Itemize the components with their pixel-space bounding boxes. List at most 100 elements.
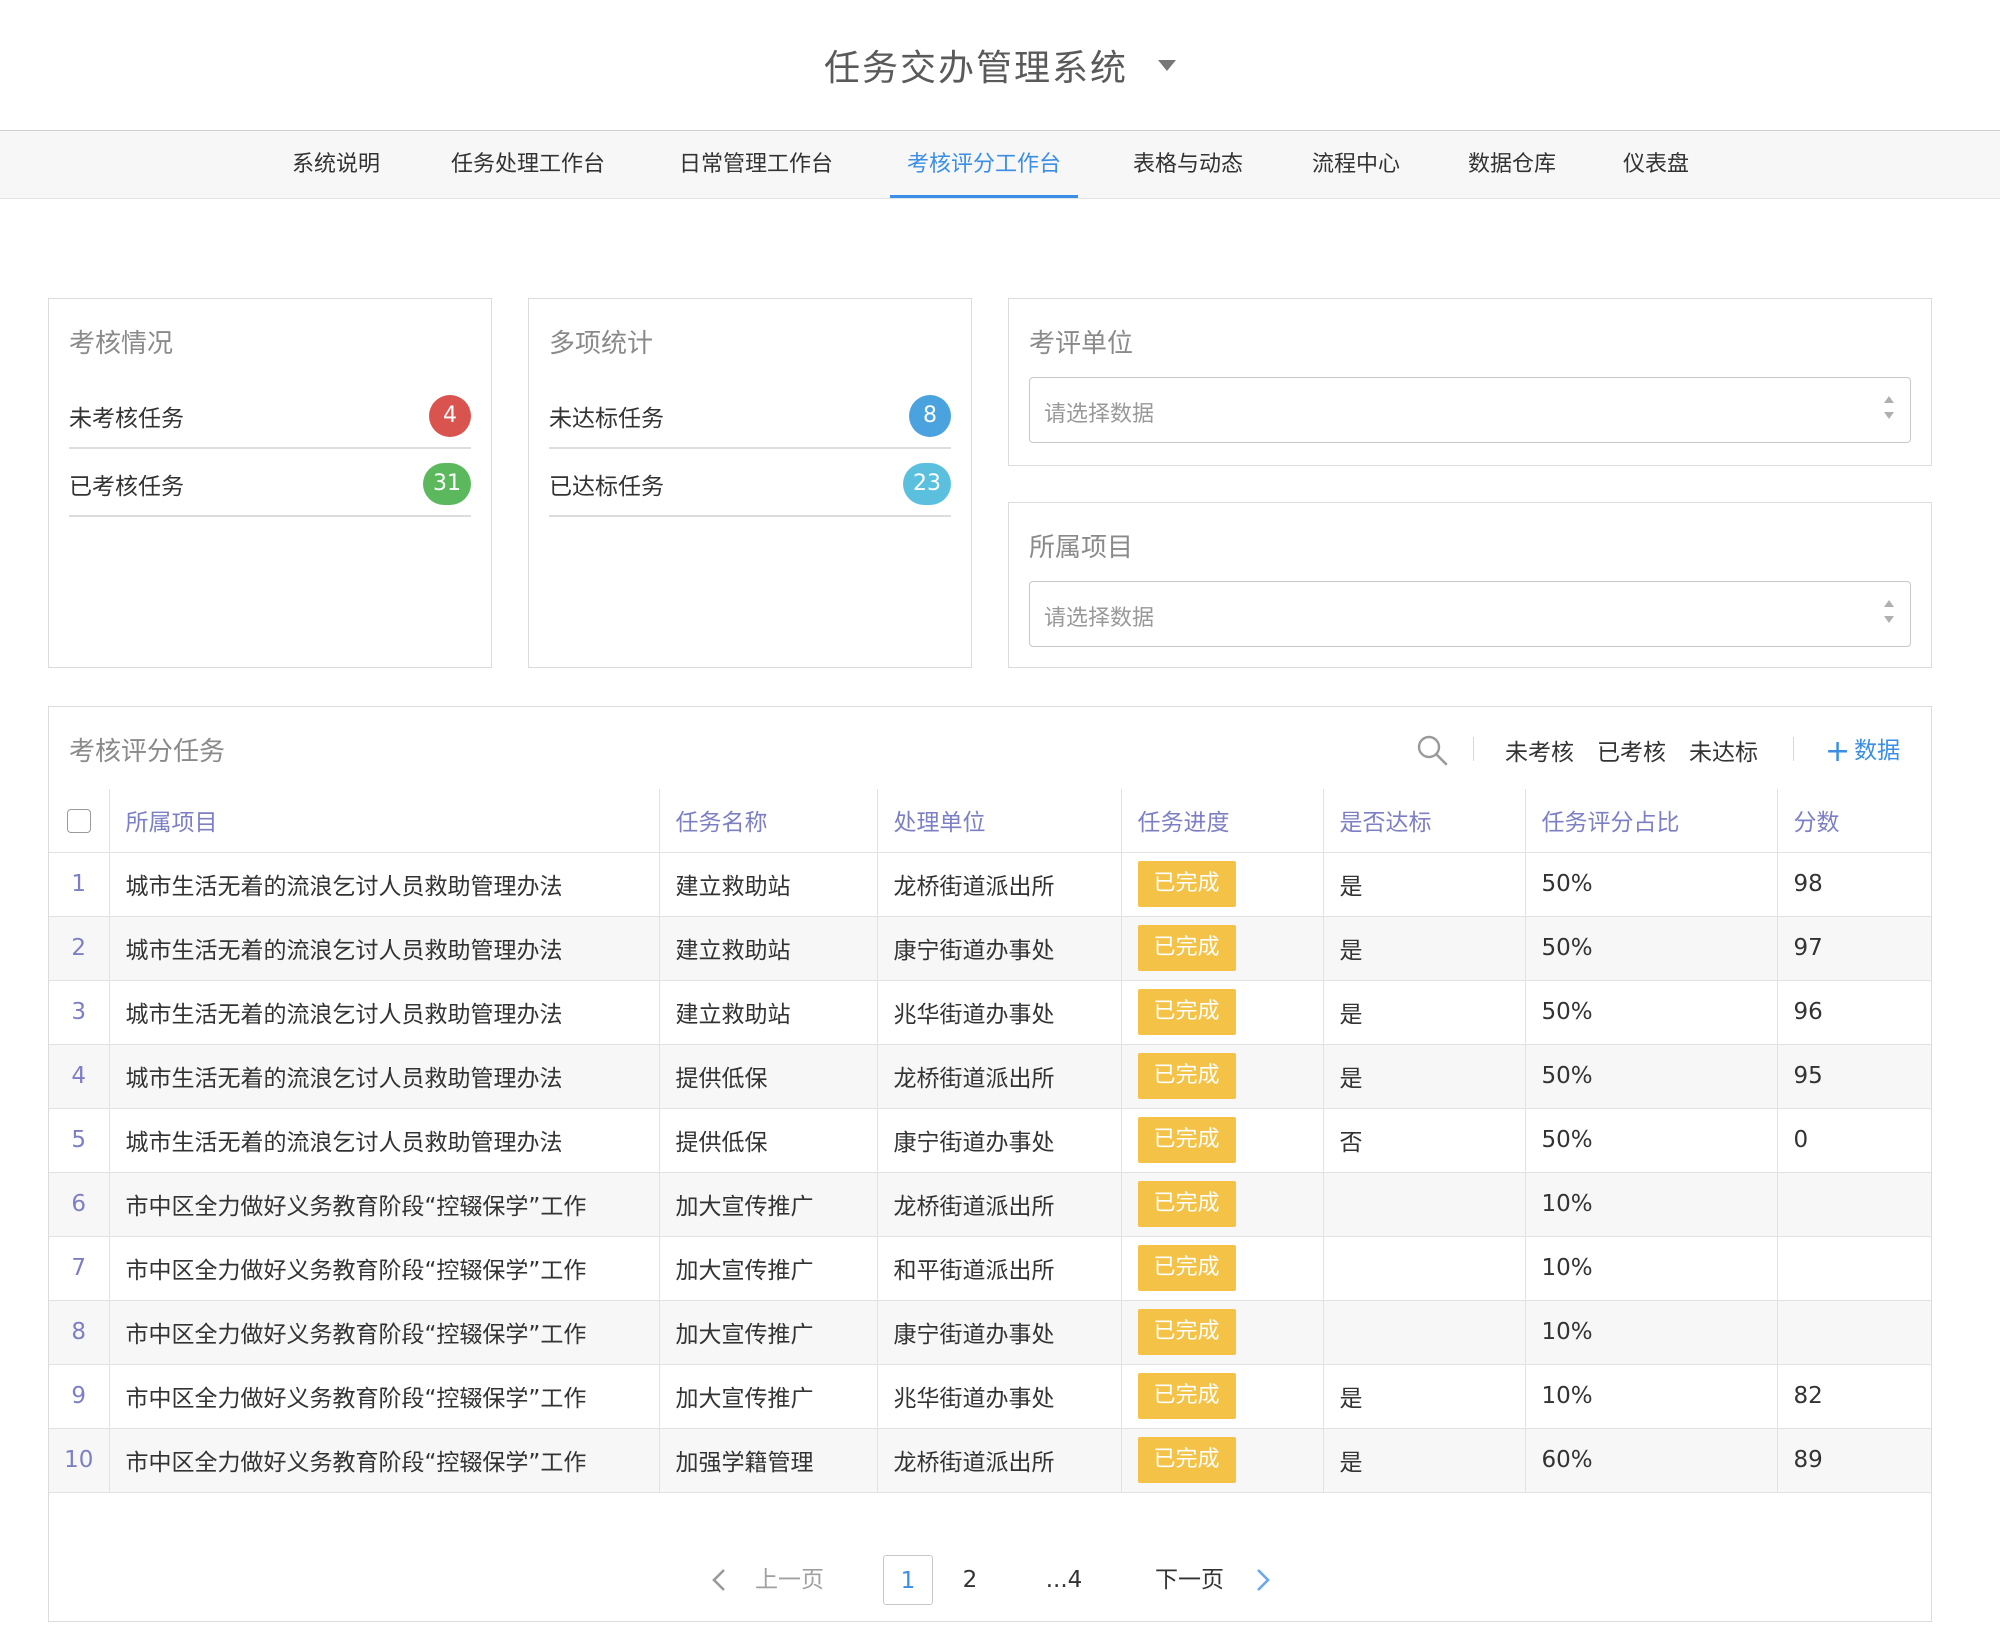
panel-title: 考核情况 [69,329,174,359]
cell-unit: 龙桥街道派出所 [877,1428,1122,1493]
chevron-right-icon[interactable] [1249,1567,1275,1593]
status-tag[interactable]: 已完成 [1137,925,1236,971]
cell-task: 加大宣传推广 [659,1236,878,1301]
cell-progress: 已完成 [1121,916,1324,981]
table-row[interactable]: 6 市中区全力做好义务教育阶段“控辍保学”工作 加大宣传推广 龙桥街道派出所 已… [49,1172,1931,1237]
status-tag[interactable]: 已完成 [1137,1053,1236,1099]
filter-unassessed[interactable]: 未考核 [1505,733,1574,767]
status-tag[interactable]: 已完成 [1137,1373,1236,1419]
status-tag[interactable]: 已完成 [1137,1245,1236,1291]
table-row[interactable]: 4 城市生活无着的流浪乞讨人员救助管理办法 提供低保 龙桥街道派出所 已完成 是… [49,1044,1931,1109]
nav-item-daily-workbench[interactable]: 日常管理工作台 [672,131,840,198]
project-select[interactable]: 请选择数据 [1029,581,1911,647]
column-header-task[interactable]: 任务名称 [659,789,878,853]
unit-select[interactable]: 请选择数据 [1029,377,1911,443]
cell-task: 提供低保 [659,1044,878,1109]
cell-score [1777,1172,1931,1237]
cell-ratio: 10% [1525,1236,1778,1301]
cell-progress: 已完成 [1121,1364,1324,1429]
cell-task: 建立救助站 [659,916,878,981]
stats-panel: 多项统计 未达标任务 8 已达标任务 23 [528,298,972,668]
status-tag[interactable]: 已完成 [1137,861,1236,907]
cell-project: 城市生活无着的流浪乞讨人员救助管理办法 [109,916,660,981]
select-placeholder: 请选择数据 [1044,402,1155,427]
cell-project: 市中区全力做好义务教育阶段“控辍保学”工作 [109,1236,660,1301]
cell-unit: 康宁街道办事处 [877,1108,1122,1173]
next-page-button[interactable]: 下一页 [1155,1555,1224,1605]
status-tag[interactable]: 已完成 [1137,1181,1236,1227]
nav-item-system-intro[interactable]: 系统说明 [288,131,384,198]
table-row[interactable]: 5 城市生活无着的流浪乞讨人员救助管理办法 提供低保 康宁街道办事处 已完成 否… [49,1108,1931,1173]
cell-ratio: 50% [1525,1108,1778,1173]
nav-item-tables-activity[interactable]: 表格与动态 [1128,131,1248,198]
table-row[interactable]: 7 市中区全力做好义务教育阶段“控辍保学”工作 加大宣传推广 和平街道派出所 已… [49,1236,1931,1301]
page-1-button[interactable]: 1 [883,1555,933,1605]
cell-unit: 兆华街道办事处 [877,1364,1122,1429]
table-row[interactable]: 8 市中区全力做好义务教育阶段“控辍保学”工作 加大宣传推广 康宁街道办事处 已… [49,1300,1931,1365]
cell-unit: 兆华街道办事处 [877,980,1122,1045]
select-all-checkbox[interactable] [66,808,91,833]
status-tag[interactable]: 已完成 [1137,1437,1236,1483]
table-row[interactable]: 1 城市生活无着的流浪乞讨人员救助管理办法 建立救助站 龙桥街道派出所 已完成 … [49,852,1931,917]
cell-progress: 已完成 [1121,1300,1324,1365]
stat-row-unassessed[interactable]: 未考核任务 4 [69,381,471,449]
cell-unit: 康宁街道办事处 [877,916,1122,981]
status-tag[interactable]: 已完成 [1137,989,1236,1035]
filter-assessed[interactable]: 已考核 [1597,733,1666,767]
row-number: 8 [49,1300,110,1365]
nav-item-task-workbench[interactable]: 任务处理工作台 [444,131,612,198]
nav-item-dashboard[interactable]: 仪表盘 [1620,131,1692,198]
panel-title: 多项统计 [549,329,654,359]
cell-score [1777,1300,1931,1365]
table-header-row: 所属项目 任务名称 处理单位 任务进度 是否达标 任务评分占比 分数 [49,789,1931,853]
stat-label: 未考核任务 [69,406,184,432]
stat-row-assessed[interactable]: 已考核任务 31 [69,449,471,517]
column-header-score[interactable]: 分数 [1777,789,1931,853]
cell-score: 97 [1777,916,1931,981]
table-row[interactable]: 2 城市生活无着的流浪乞讨人员救助管理办法 建立救助站 康宁街道办事处 已完成 … [49,916,1931,981]
page-2-button[interactable]: 2 [953,1555,987,1605]
row-number: 2 [49,916,110,981]
add-data-button[interactable]: + 数据 [1825,731,1900,769]
unit-filter-panel: 考评单位 请选择数据 [1008,298,1932,466]
cell-qualified [1323,1300,1526,1365]
prev-page-button[interactable]: 上一页 [755,1555,824,1605]
column-header-project[interactable]: 所属项目 [109,789,660,853]
stat-row-unqualified[interactable]: 未达标任务 8 [549,381,951,449]
table-row[interactable]: 3 城市生活无着的流浪乞讨人员救助管理办法 建立救助站 兆华街道办事处 已完成 … [49,980,1931,1045]
filter-unqualified[interactable]: 未达标 [1689,733,1758,767]
nav-item-process-center[interactable]: 流程中心 [1308,131,1404,198]
page-4-button[interactable]: ...4 [1039,1555,1089,1605]
column-header-ratio[interactable]: 任务评分占比 [1525,789,1778,853]
cell-project: 城市生活无着的流浪乞讨人员救助管理办法 [109,980,660,1045]
count-badge: 31 [423,463,471,505]
search-icon[interactable] [1415,733,1449,767]
cell-ratio: 10% [1525,1300,1778,1365]
cell-ratio: 60% [1525,1428,1778,1493]
cell-ratio: 10% [1525,1172,1778,1237]
row-number: 6 [49,1172,110,1237]
cell-project: 市中区全力做好义务教育阶段“控辍保学”工作 [109,1364,660,1429]
stat-label: 已考核任务 [69,474,184,500]
chevron-left-icon[interactable] [707,1567,733,1593]
table-row[interactable]: 10 市中区全力做好义务教育阶段“控辍保学”工作 加强学籍管理 龙桥街道派出所 … [49,1428,1931,1493]
nav-item-assessment-workbench[interactable]: 考核评分工作台 [890,131,1078,198]
cell-unit: 康宁街道办事处 [877,1300,1122,1365]
row-number: 5 [49,1108,110,1173]
cell-progress: 已完成 [1121,1236,1324,1301]
cell-unit: 龙桥街道派出所 [877,1172,1122,1237]
table-row[interactable]: 9 市中区全力做好义务教育阶段“控辍保学”工作 加大宣传推广 兆华街道办事处 已… [49,1364,1931,1429]
status-tag[interactable]: 已完成 [1137,1117,1236,1163]
column-header-qualified[interactable]: 是否达标 [1323,789,1526,853]
stat-row-qualified[interactable]: 已达标任务 23 [549,449,951,517]
cell-ratio: 50% [1525,916,1778,981]
cell-task: 加大宣传推广 [659,1172,878,1237]
cell-unit: 龙桥街道派出所 [877,852,1122,917]
status-tag[interactable]: 已完成 [1137,1309,1236,1355]
cell-score [1777,1236,1931,1301]
column-header-unit[interactable]: 处理单位 [877,789,1122,853]
caret-down-icon[interactable] [1158,59,1176,71]
column-header-progress[interactable]: 任务进度 [1121,789,1324,853]
count-badge: 8 [909,395,951,437]
nav-item-data-warehouse[interactable]: 数据仓库 [1464,131,1560,198]
